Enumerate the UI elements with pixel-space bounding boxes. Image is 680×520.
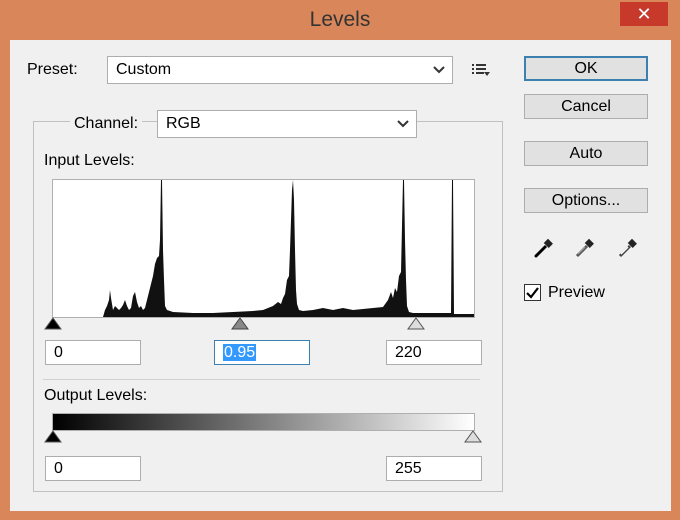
output-black-field[interactable]: 0 xyxy=(45,456,141,481)
output-gradient xyxy=(52,413,475,431)
preset-label: Preset: xyxy=(27,61,78,78)
input-white-slider[interactable] xyxy=(406,317,426,331)
output-white-slider[interactable] xyxy=(463,430,483,444)
histogram-plot xyxy=(53,180,474,317)
window-title: Levels xyxy=(309,8,371,31)
preset-menu-icon[interactable] xyxy=(470,62,492,83)
channel-value: RGB xyxy=(166,115,201,132)
input-black-field[interactable]: 0 xyxy=(45,340,141,365)
white-eyedropper-icon[interactable] xyxy=(616,236,640,265)
gray-eyedropper-icon[interactable] xyxy=(573,236,597,265)
preview-label: Preview xyxy=(548,284,605,301)
close-icon: ✕ xyxy=(636,4,652,24)
levels-dialog: Levels ✕ Preset: Custom OK Cancel Auto O… xyxy=(0,0,680,520)
title-bar[interactable]: Levels ✕ xyxy=(0,0,680,40)
dialog-client: Preset: Custom OK Cancel Auto Options... xyxy=(10,40,671,511)
chevron-down-icon xyxy=(432,57,446,91)
input-gamma-value: 0.95 xyxy=(223,344,257,361)
histogram xyxy=(52,179,475,318)
auto-button[interactable]: Auto xyxy=(524,141,648,166)
output-black-slider[interactable] xyxy=(43,430,63,444)
input-white-field[interactable]: 220 xyxy=(386,340,482,365)
input-levels-label: Input Levels: xyxy=(44,152,135,169)
input-black-slider[interactable] xyxy=(43,317,63,331)
ok-button[interactable]: OK xyxy=(524,56,648,81)
check-icon xyxy=(526,287,539,299)
output-levels-label: Output Levels: xyxy=(44,387,148,404)
black-eyedropper-icon[interactable] xyxy=(532,236,556,265)
preset-value: Custom xyxy=(116,61,172,78)
output-white-field[interactable]: 255 xyxy=(386,456,482,481)
close-button[interactable]: ✕ xyxy=(620,2,668,26)
channel-select[interactable]: RGB xyxy=(157,110,417,138)
preset-select[interactable]: Custom xyxy=(107,56,453,84)
preview-checkbox[interactable] xyxy=(524,284,541,301)
input-gamma-slider[interactable] xyxy=(230,317,250,331)
chevron-down-icon xyxy=(396,111,410,145)
input-gamma-field[interactable]: 0.95 xyxy=(214,340,310,365)
cancel-button[interactable]: Cancel xyxy=(524,94,648,119)
levels-separator xyxy=(43,379,480,380)
channel-label: Channel: xyxy=(70,115,143,133)
options-button[interactable]: Options... xyxy=(524,188,648,213)
